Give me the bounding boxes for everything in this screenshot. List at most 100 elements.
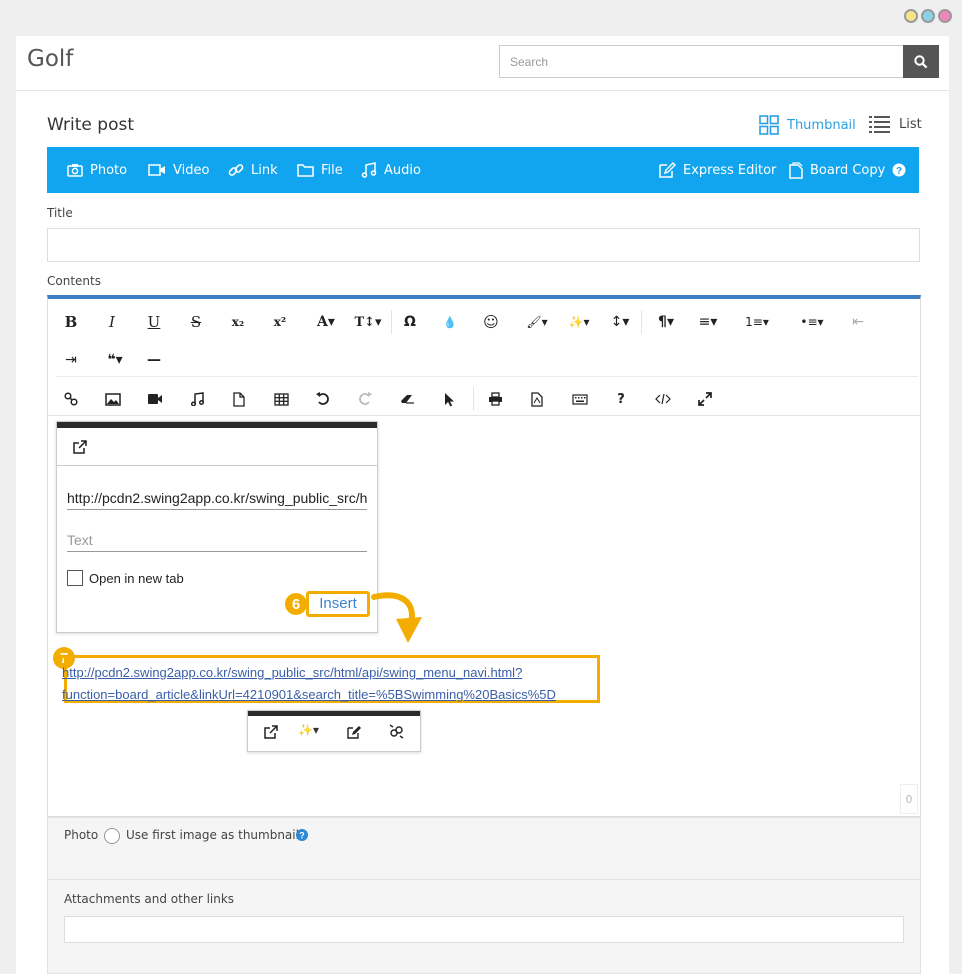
video-icon xyxy=(148,394,162,404)
height-dropdown[interactable]: ↕▾ xyxy=(605,311,635,333)
open-new-tab-option[interactable]: Open in new tab xyxy=(67,570,184,586)
magic-wand-icon[interactable]: ✨▾ xyxy=(563,311,595,333)
link-style-dropdown[interactable]: ✨▾ xyxy=(298,723,319,737)
external-link-icon[interactable] xyxy=(73,440,87,454)
inserted-link-line1: http://pcdn2.swing2app.co.kr/swing_publi… xyxy=(62,665,523,680)
fullscreen-button[interactable] xyxy=(693,388,717,410)
image-icon xyxy=(105,392,121,406)
thumbnail-options: Photo Use first image as thumbnail ? xyxy=(47,817,921,880)
emoji-icon[interactable]: ☺ xyxy=(479,311,503,333)
attachments-input[interactable] xyxy=(64,916,904,943)
file-button[interactable]: File xyxy=(297,147,343,193)
file-icon xyxy=(233,391,245,407)
use-first-image-label: Use first image as thumbnail xyxy=(126,828,299,842)
code-icon xyxy=(655,393,671,405)
clear-format-button[interactable] xyxy=(395,388,419,410)
ordered-list-dropdown[interactable]: 1≡▾ xyxy=(735,311,779,333)
insert-video-button[interactable] xyxy=(143,388,167,410)
edit-icon xyxy=(659,162,676,178)
subscript-button[interactable]: x₂ xyxy=(226,311,250,333)
help-circle-icon[interactable]: ? xyxy=(892,163,906,177)
express-editor-button[interactable]: Express Editor xyxy=(659,147,776,193)
brush-icon[interactable]: 🖌▾ xyxy=(521,311,553,333)
photo-button[interactable]: Photo xyxy=(67,147,127,193)
view-thumbnail-label: Thumbnail xyxy=(787,117,856,133)
window-dot-blue[interactable] xyxy=(921,9,935,23)
insert-image-button[interactable] xyxy=(101,388,125,410)
view-list-label: List xyxy=(899,116,922,132)
strikethrough-button[interactable]: S xyxy=(184,311,208,333)
outdent-button[interactable]: ⇤ xyxy=(846,311,870,333)
insert-audio-button[interactable] xyxy=(185,388,209,410)
toolbar-separator xyxy=(641,310,642,334)
audio-button[interactable]: Audio xyxy=(361,147,421,193)
board-copy-label: Board Copy xyxy=(810,162,886,178)
align-dropdown[interactable]: ≡▾ xyxy=(691,311,725,333)
insert-link-button[interactable]: Insert xyxy=(306,591,370,617)
fullscreen-icon xyxy=(698,392,712,406)
insert-file-button[interactable] xyxy=(227,388,251,410)
link-icon xyxy=(64,392,78,406)
file-label: File xyxy=(321,162,343,178)
curved-arrow xyxy=(371,592,422,643)
indent-button[interactable]: ⇥ xyxy=(59,349,83,371)
print-button[interactable] xyxy=(483,388,507,410)
rich-text-editor[interactable]: B I U S x₂ x² A▾ T↕▾ Ω 💧 ☺ 🖌▾ ✨▾ ↕▾ ¶▾ ≡… xyxy=(47,295,921,817)
audio-label: Audio xyxy=(384,162,421,178)
horizontal-rule-button[interactable]: — xyxy=(142,349,166,371)
link-edit-popover: ✨▾ xyxy=(247,710,421,752)
express-editor-label: Express Editor xyxy=(683,162,777,178)
inserted-link[interactable]: http://pcdn2.swing2app.co.kr/swing_publi… xyxy=(62,662,582,706)
window-dot-yellow[interactable] xyxy=(904,9,918,23)
toolbar-separator xyxy=(391,310,392,334)
editor-toolbar: B I U S x₂ x² A▾ T↕▾ Ω 💧 ☺ 🖌▾ ✨▾ ↕▾ ¶▾ ≡… xyxy=(48,299,920,416)
music-icon xyxy=(190,392,204,406)
color-drop-icon[interactable]: 💧 xyxy=(438,311,462,333)
link-button[interactable]: Link xyxy=(228,147,278,193)
open-link-icon[interactable] xyxy=(264,725,278,739)
insert-link-button[interactable] xyxy=(59,388,83,410)
help-circle-icon[interactable]: ? xyxy=(296,829,308,841)
search-input[interactable]: Search xyxy=(499,45,904,78)
grid-icon xyxy=(759,115,779,135)
redo-button[interactable] xyxy=(353,388,377,410)
font-size-dropdown[interactable]: A▾ xyxy=(310,311,342,333)
pdf-button[interactable] xyxy=(525,388,549,410)
undo-button[interactable] xyxy=(311,388,335,410)
help-icon[interactable]: ? xyxy=(609,388,633,410)
underline-button[interactable]: U xyxy=(142,311,166,333)
video-button[interactable]: Video xyxy=(148,147,209,193)
view-list-button[interactable]: List xyxy=(869,115,922,133)
keyboard-button[interactable] xyxy=(568,388,592,410)
svg-text:?: ? xyxy=(896,166,902,177)
view-thumbnail-button[interactable]: Thumbnail xyxy=(759,115,856,135)
unordered-list-dropdown[interactable]: •≡▾ xyxy=(790,311,834,333)
url-input[interactable]: http://pcdn2.swing2app.co.kr/swing_publi… xyxy=(67,490,367,510)
paragraph-dropdown[interactable]: ¶▾ xyxy=(651,311,681,333)
inserted-link-line2: function=board_article&linkUrl=4210901&s… xyxy=(62,687,556,702)
open-new-tab-checkbox[interactable] xyxy=(67,570,83,586)
board-copy-button[interactable]: Board Copy ? xyxy=(789,147,906,193)
bold-button[interactable]: B xyxy=(59,311,83,333)
search-button[interactable] xyxy=(903,45,939,78)
insert-table-button[interactable] xyxy=(269,388,293,410)
select-button[interactable] xyxy=(437,388,461,410)
title-label: Title xyxy=(47,206,73,220)
use-first-image-radio[interactable] xyxy=(104,828,120,844)
line-height-dropdown[interactable]: T↕▾ xyxy=(351,311,385,333)
edit-link-icon[interactable] xyxy=(347,725,362,739)
eraser-icon xyxy=(400,395,414,404)
popover-toolbar xyxy=(57,428,377,466)
superscript-button[interactable]: x² xyxy=(268,311,292,333)
code-view-button[interactable] xyxy=(651,388,675,410)
title-input[interactable] xyxy=(47,228,920,262)
unlink-icon[interactable] xyxy=(389,724,404,739)
window-dot-pink[interactable] xyxy=(938,9,952,23)
svg-text:?: ? xyxy=(299,831,305,841)
search-icon xyxy=(914,54,928,68)
blockquote-dropdown[interactable]: ❝▾ xyxy=(100,349,130,371)
italic-button[interactable]: I xyxy=(100,311,124,333)
attachments-label: Attachments and other links xyxy=(64,892,235,906)
link-text-input[interactable]: Text xyxy=(67,532,367,552)
special-chars-button[interactable]: Ω xyxy=(398,311,422,333)
